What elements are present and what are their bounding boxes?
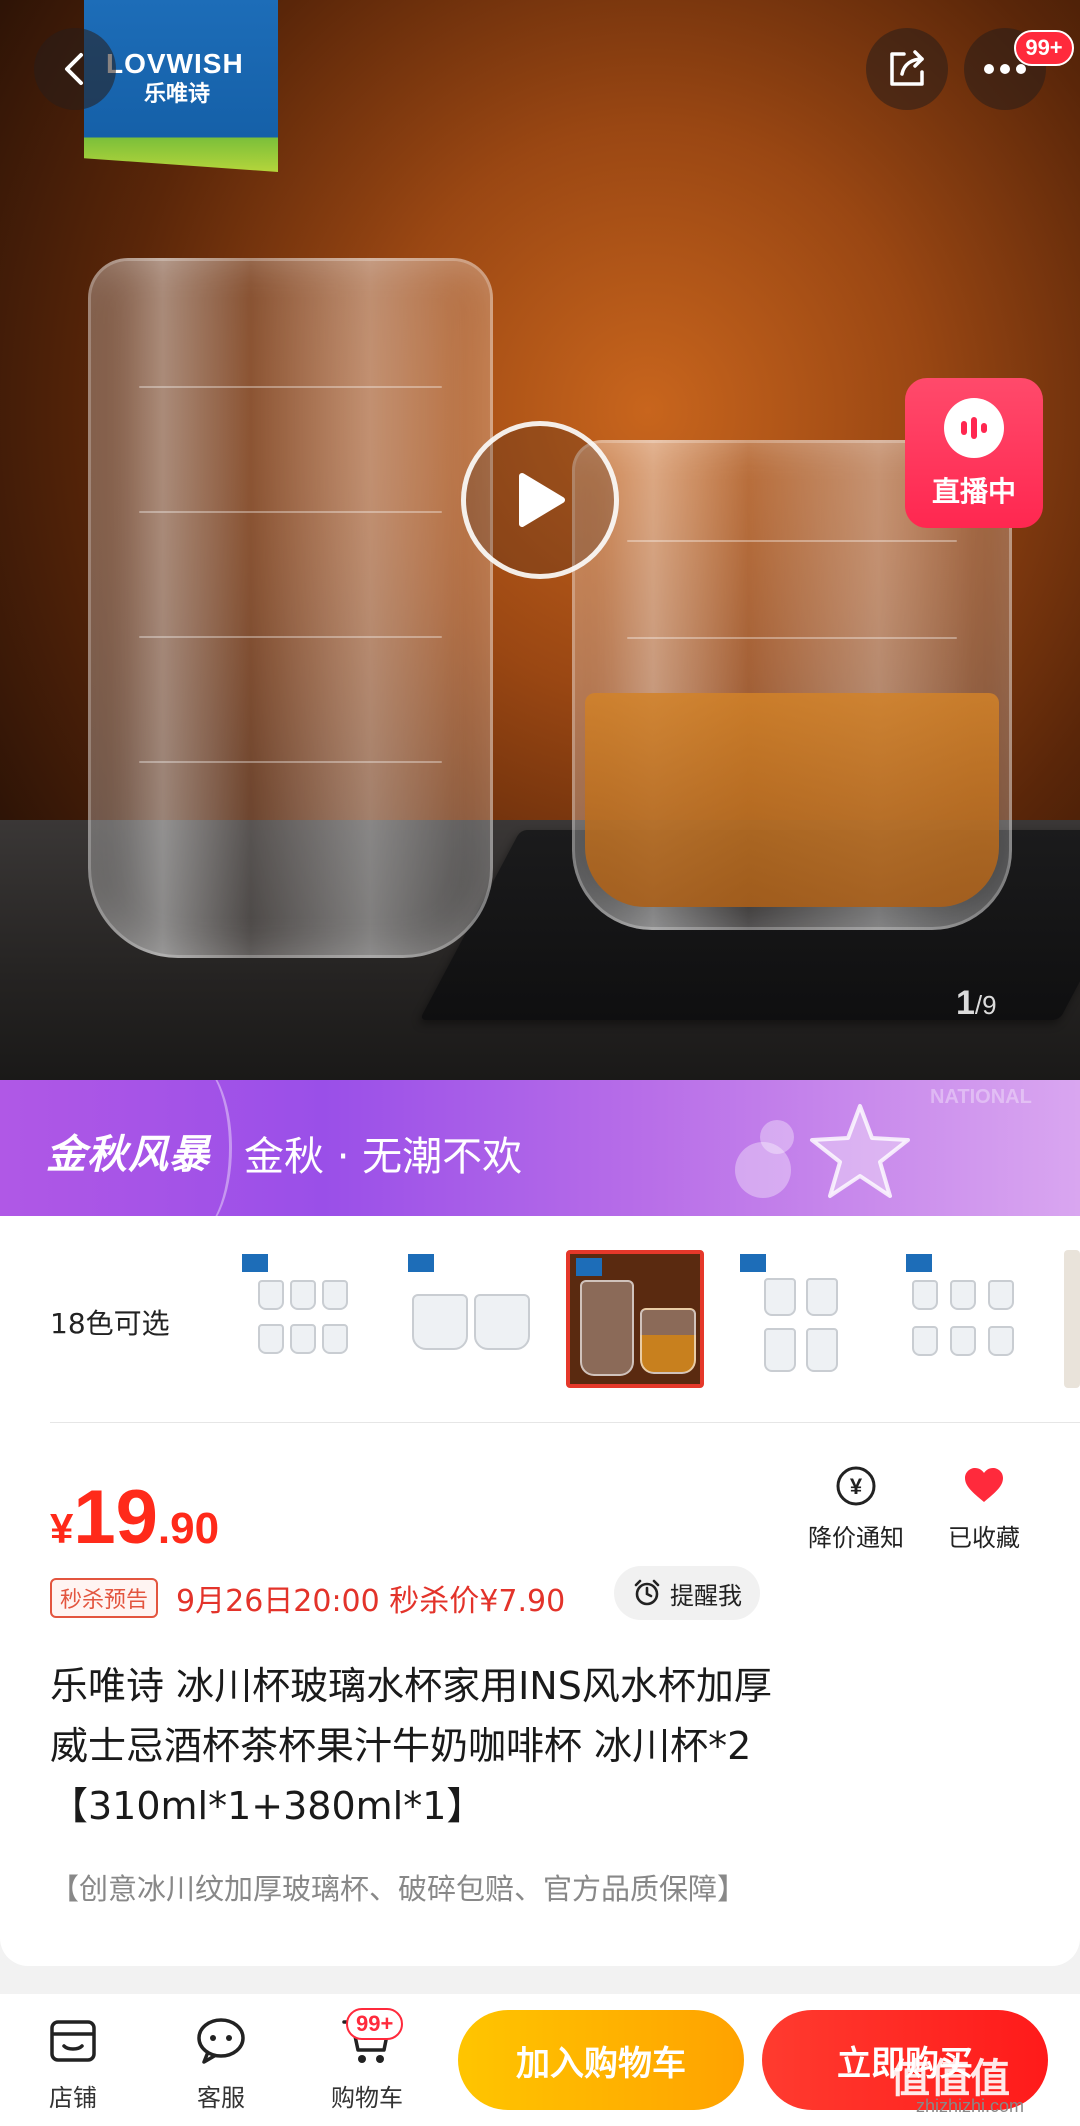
variant-thumb[interactable] — [402, 1250, 540, 1388]
live-label: 直播中 — [931, 475, 1016, 508]
price-integer: 19 — [73, 1475, 158, 1560]
remind-label: 提醒我 — [670, 1581, 742, 1610]
price: ¥19.90 — [50, 1474, 219, 1561]
more-icon — [984, 64, 1026, 74]
back-button[interactable] — [34, 28, 116, 110]
product-subtitle: 【创意冰川纹加厚玻璃杯、破碎包赔、官方品质保障】 — [50, 1872, 747, 1906]
price-decimal: .90 — [157, 1504, 220, 1553]
add-to-cart-button[interactable]: 加入购物车 — [458, 2010, 744, 2110]
chat-icon — [197, 2018, 245, 2064]
star-decoration-icon — [810, 1104, 910, 1198]
price-alert-button[interactable]: ¥ 降价通知 — [796, 1464, 916, 1553]
remind-me-button[interactable]: 提醒我 — [614, 1566, 760, 1620]
watermark-url: zhizhizhi.com — [916, 2096, 1025, 2116]
page-current: 1 — [956, 984, 975, 1022]
play-icon — [519, 473, 565, 527]
promo-banner[interactable]: 金秋风暴 金秋 · 无潮不欢 NATIONAL — [0, 1080, 1080, 1216]
back-icon — [65, 53, 83, 85]
live-stream-button[interactable]: 直播中 — [905, 378, 1043, 528]
cart-label: 购物车 — [331, 2084, 403, 2112]
product-title-line: 威士忌酒杯茶杯果汁牛奶咖啡杯 冰川杯*2 — [50, 1724, 752, 1768]
svg-text:¥: ¥ — [850, 1474, 863, 1499]
heart-icon — [965, 1468, 1003, 1502]
brand-logo-cn: 乐唯诗 — [144, 82, 211, 107]
message-badge: 99+ — [1014, 30, 1074, 66]
promo-slogan: 金秋 · 无潮不欢 — [244, 1134, 523, 1180]
shop-label: 店铺 — [49, 2084, 97, 2112]
variant-thumb-partial[interactable] — [1064, 1250, 1080, 1388]
flash-sale-tag: 秒杀预告 — [50, 1578, 159, 1618]
variant-count-label: 18色可选 — [50, 1307, 170, 1340]
cart-badge: 99+ — [346, 2008, 404, 2040]
whiskey-liquid — [585, 693, 999, 907]
share-icon — [890, 50, 924, 86]
alarm-clock-icon — [634, 1579, 660, 1606]
flash-sale-text: 9月26日20:00 秒杀价¥7.90 — [176, 1584, 566, 1619]
live-icon — [944, 398, 1004, 458]
image-page-indicator: 1/9 — [956, 984, 997, 1023]
share-button[interactable] — [866, 28, 948, 110]
product-info-card: 18色可选 ¥19.90 ¥ 降价通知 已收藏 秒杀预告 9月26日20:00 … — [0, 1216, 1080, 1966]
favorite-label: 已收藏 — [948, 1524, 1020, 1552]
page-total: /9 — [974, 990, 997, 1020]
variant-thumb-selected[interactable] — [566, 1250, 704, 1388]
product-image-carousel[interactable]: LOVWISH 乐唯诗 99+ 直播中 1/9 — [0, 0, 1080, 1080]
shop-icon — [50, 2020, 96, 2062]
product-title-line: 【310ml*1+380ml*1】 — [50, 1784, 485, 1828]
tall-glass-image — [88, 258, 493, 958]
flash-sale-info: 秒杀预告 9月26日20:00 秒杀价¥7.90 — [50, 1572, 565, 1624]
divider — [50, 1422, 1080, 1423]
play-video-button[interactable] — [461, 421, 619, 579]
variant-thumb[interactable] — [236, 1250, 374, 1388]
promo-bubble — [760, 1120, 794, 1154]
price-alert-label: 降价通知 — [808, 1524, 904, 1552]
variant-thumb[interactable] — [734, 1250, 872, 1388]
product-title-line: 乐唯诗 冰川杯玻璃水杯家用INS风水杯加厚 — [50, 1664, 772, 1708]
favorite-button[interactable]: 已收藏 — [924, 1464, 1044, 1553]
product-title: 乐唯诗 冰川杯玻璃水杯家用INS风水杯加厚 威士忌酒杯茶杯果汁牛奶咖啡杯 冰川杯… — [50, 1656, 930, 1836]
customer-service-tab[interactable]: 客服 — [166, 2014, 276, 2113]
service-label: 客服 — [197, 2084, 245, 2112]
price-currency: ¥ — [50, 1505, 74, 1552]
variant-thumb[interactable] — [900, 1250, 1038, 1388]
promo-deco-text: NATIONAL — [930, 1086, 1032, 1108]
brand-logo: LOVWISH 乐唯诗 — [84, 0, 278, 172]
variant-selector[interactable]: 18色可选 — [0, 1216, 1080, 1422]
shop-tab[interactable]: 店铺 — [18, 2014, 128, 2113]
promo-divider — [152, 1080, 232, 1216]
price-alert-icon: ¥ — [836, 1466, 876, 1506]
